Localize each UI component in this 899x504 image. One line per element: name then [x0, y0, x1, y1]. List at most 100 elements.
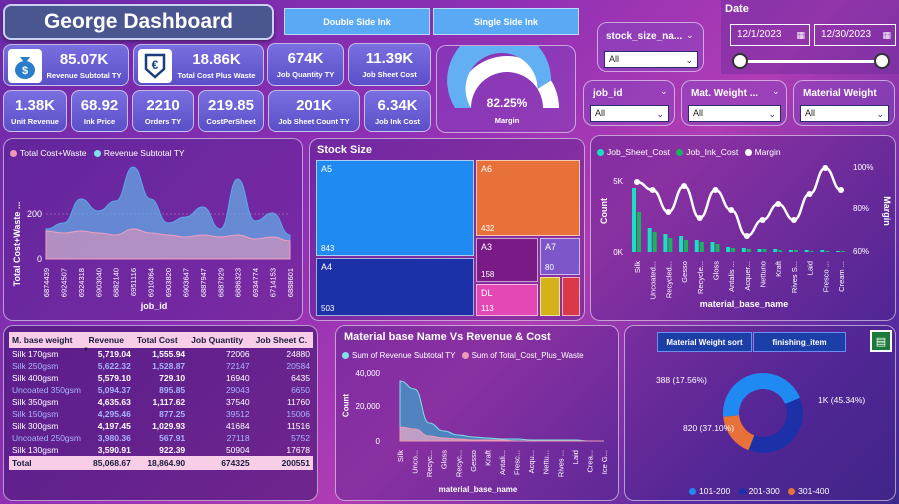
sheet-cost-bar[interactable] [788, 250, 793, 252]
margin-point[interactable] [712, 187, 719, 193]
chevron-down-icon[interactable]: ⌄ [686, 30, 694, 41]
data-table: M. base weight Revenue Total Cost Job Qu… [9, 332, 313, 470]
treemap-cell-a7[interactable]: A7 80 [540, 238, 580, 275]
svg-text:€: € [152, 58, 159, 72]
ink-cost-bar[interactable] [778, 250, 783, 252]
sheet-cost-bar[interactable] [757, 249, 762, 252]
stock-size-dropdown[interactable]: All ⌄ [604, 51, 698, 68]
double-side-ink-button[interactable]: Double Side Ink [284, 8, 430, 35]
stock-size-treemap: Stock Size A5 843 A6 432 A4 503 A3 158 A7 80 DL 113 [309, 138, 585, 321]
column-header[interactable]: Revenue [86, 332, 134, 348]
date-label: Date [725, 3, 749, 15]
ink-cost-bar[interactable] [825, 251, 830, 252]
start-date-input[interactable]: 12/1/2023 ▦ [730, 24, 810, 46]
ink-cost-bar[interactable] [715, 244, 720, 252]
sheet-cost-bar[interactable] [804, 250, 809, 252]
table-row[interactable]: Silk 400gsm 5,579.10 729.10 16940 6435 [9, 372, 313, 384]
margin-point[interactable] [838, 187, 844, 193]
sheet-cost-bar[interactable] [663, 234, 668, 252]
treemap-cell-a4[interactable]: A4 503 [316, 258, 474, 316]
margin-point[interactable] [634, 179, 640, 185]
treemap-cell-small[interactable] [540, 277, 560, 316]
ink-cost-bar[interactable] [731, 248, 736, 252]
kpi-job-sheet-cost: 11.39K Job Sheet Cost [348, 43, 431, 86]
margin-point[interactable] [649, 187, 656, 193]
table-total-row: Total 85,068.67 18,864.90 674325 200551 [9, 456, 313, 470]
ink-cost-bar[interactable] [746, 249, 751, 252]
column-header[interactable]: M. base weight [9, 332, 86, 348]
sheet-cost-bar[interactable] [694, 240, 699, 252]
xtick-label: 6910364 [147, 268, 156, 297]
sheet-cost-bar[interactable] [741, 248, 746, 252]
single-side-ink-button[interactable]: Single Side Ink [433, 8, 579, 35]
date-slider-start-handle[interactable] [732, 53, 748, 69]
table-row[interactable]: Silk 170gsm 5,719.04 1,555.94 72006 24880 [9, 348, 313, 360]
sheet-cost-bar[interactable] [820, 250, 825, 252]
ink-cost-bar[interactable] [637, 212, 641, 252]
kpi-value: 674K [287, 50, 324, 67]
table-row[interactable]: Silk 250gsm 5,622.32 1,528.87 72147 20584 [9, 360, 313, 372]
margin-point[interactable] [681, 183, 688, 189]
treemap-cell-a5[interactable]: A5 843 [316, 160, 474, 256]
y2tick-label: 80% [853, 204, 869, 213]
kpi-value: 18.86K [192, 51, 241, 68]
end-date-input[interactable]: 12/30/2023 ▦ [814, 24, 896, 46]
table-row[interactable]: Silk 350gsm 4,635.63 1,117.62 37540 11760 [9, 396, 313, 408]
sheet-cost-bar[interactable] [647, 228, 652, 252]
kpi-value: 2210 [146, 97, 180, 114]
xtick-label: Antali... [498, 450, 507, 475]
ink-cost-bar[interactable] [668, 238, 673, 252]
treemap-cell-name: DL [481, 288, 493, 298]
ytick-label: 0 [376, 437, 381, 446]
sheet-cost-bar[interactable] [726, 247, 731, 252]
date-slider-end-handle[interactable] [874, 53, 890, 69]
margin-point[interactable] [743, 233, 750, 239]
table-row[interactable]: Silk 150gsm 4,295.46 877.25 39512 15006 [9, 408, 313, 420]
xtick-label: Acquer... [743, 261, 752, 291]
chevron-down-icon[interactable]: ⌄ [772, 86, 780, 97]
margin-point[interactable] [759, 217, 766, 223]
margin-point[interactable] [775, 201, 782, 207]
donut-segment[interactable] [748, 397, 803, 453]
treemap-cell-a3[interactable]: A3 158 [476, 238, 538, 282]
margin-point[interactable] [822, 165, 829, 171]
column-header[interactable]: Job Sheet C. [253, 332, 313, 348]
margin-point[interactable] [790, 217, 797, 223]
sheet-cost-bar[interactable] [710, 242, 715, 252]
mat-weight-dropdown[interactable]: All ⌄ [688, 105, 781, 122]
table-row[interactable]: Uncoated 250gsm 3,980.36 567.91 27118 5752 [9, 432, 313, 444]
xtick-label: 6924318 [77, 268, 86, 297]
margin-point[interactable] [728, 207, 735, 213]
table-row[interactable]: Uncoated 350gsm 5,094.37 895.85 29043 6650 [9, 384, 313, 396]
table-cell: 1,528.87 [152, 361, 186, 371]
ytick-label: 5K [613, 177, 623, 186]
ink-cost-bar[interactable] [762, 249, 767, 252]
margin-point[interactable] [806, 191, 813, 197]
table-row[interactable]: Silk 130gsm 3,590.91 922.39 50904 17678 [9, 444, 313, 456]
margin-point[interactable] [696, 215, 703, 221]
gauge-label: Margin [494, 116, 520, 125]
sheet-cost-bar[interactable] [679, 236, 684, 252]
table-row[interactable]: Silk 300gsm 4,197.45 1,029.93 41684 11516 [9, 420, 313, 432]
material-weight-donut-card: Material Weight sort finishing_item ▤ 1K… [624, 325, 896, 501]
ink-cost-bar[interactable] [809, 251, 814, 252]
ink-cost-bar[interactable] [652, 232, 657, 252]
treemap-cell-dl[interactable]: DL 113 [476, 284, 538, 316]
ink-cost-bar[interactable] [841, 251, 845, 252]
margin-point[interactable] [665, 209, 672, 215]
column-header[interactable]: Job Quantity [188, 332, 252, 348]
treemap-cell-a6[interactable]: A6 432 [476, 160, 580, 236]
column-header[interactable]: Total Cost [134, 332, 188, 348]
job-id-dropdown[interactable]: All ⌄ [590, 105, 669, 122]
sheet-cost-bar[interactable] [632, 188, 636, 252]
chevron-down-icon[interactable]: ⌄ [660, 86, 668, 97]
sheet-cost-bar[interactable] [773, 249, 778, 252]
material-weight-dropdown[interactable]: All ⌄ [800, 105, 889, 122]
table-cell: 17678 [286, 445, 310, 455]
sheet-cost-bar[interactable] [836, 251, 840, 252]
ink-cost-bar[interactable] [699, 242, 704, 252]
xtick-label: Laid [571, 450, 580, 464]
ink-cost-bar[interactable] [793, 250, 798, 252]
treemap-cell-small[interactable] [562, 277, 580, 316]
ink-cost-bar[interactable] [684, 240, 689, 252]
